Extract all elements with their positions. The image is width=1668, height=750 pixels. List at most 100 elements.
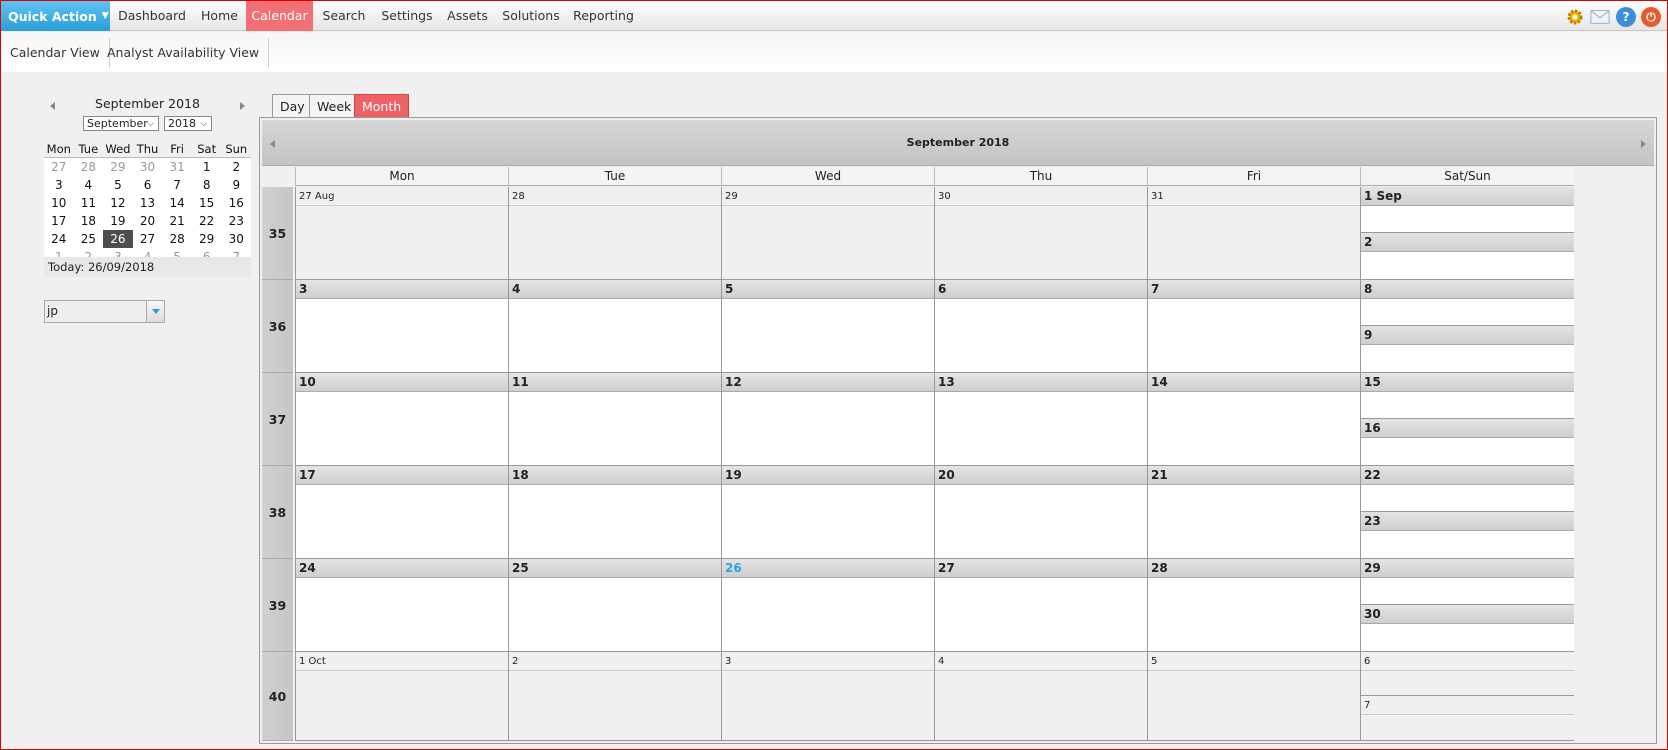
mini-calendar-day[interactable]: 5 [103, 176, 133, 194]
next-arrow-icon[interactable] [1641, 140, 1646, 148]
quick-action-button[interactable]: Quick Action ▼ [1, 1, 110, 31]
nav-settings[interactable]: Settings [375, 1, 439, 31]
day-number[interactable]: 4 [935, 652, 1147, 671]
day-cell[interactable]: 4 [508, 280, 721, 373]
day-number[interactable]: 2 [509, 652, 721, 671]
day-number[interactable]: 30 [1361, 605, 1574, 624]
nav-solutions[interactable]: Solutions [496, 1, 566, 31]
power-icon[interactable]: ⏻ [1641, 7, 1661, 27]
saturday-cell[interactable]: 6 [1361, 652, 1574, 696]
day-cell[interactable]: 13 [934, 373, 1147, 466]
day-cell[interactable]: 7 [1147, 280, 1360, 373]
day-number[interactable]: 24 [296, 559, 508, 578]
mini-calendar-day[interactable]: 17 [44, 212, 74, 230]
saturday-cell[interactable]: 22 [1361, 466, 1574, 512]
nav-assets[interactable]: Assets [439, 1, 496, 31]
tab-month[interactable]: Month [354, 94, 410, 117]
analyst-combo[interactable]: jp [44, 300, 165, 323]
saturday-cell[interactable]: 8 [1361, 280, 1574, 326]
day-number[interactable]: 16 [1361, 419, 1574, 438]
day-cell[interactable]: 28 [508, 187, 721, 280]
day-number[interactable]: 21 [1148, 466, 1360, 485]
today-label[interactable]: Today: 26/09/2018 [44, 257, 251, 277]
sunday-cell[interactable]: 23 [1361, 512, 1574, 559]
mini-calendar-day[interactable]: 14 [162, 194, 192, 212]
mini-calendar-day[interactable]: 9 [221, 176, 251, 194]
day-number[interactable]: 1 Oct [296, 652, 508, 671]
day-cell[interactable]: 26 [721, 559, 934, 652]
mini-calendar-day[interactable]: 13 [133, 194, 163, 212]
day-number[interactable]: 4 [509, 280, 721, 299]
day-cell[interactable]: 25 [508, 559, 721, 652]
day-cell[interactable]: 31 [1147, 187, 1360, 280]
mini-calendar-day[interactable]: 30 [221, 230, 251, 248]
gear-icon[interactable] [1565, 7, 1585, 27]
day-number[interactable]: 23 [1361, 512, 1574, 531]
day-number[interactable]: 26 [722, 559, 934, 578]
day-number[interactable]: 2 [1361, 233, 1574, 252]
day-number[interactable]: 29 [1361, 559, 1574, 578]
day-number[interactable]: 25 [509, 559, 721, 578]
nav-reporting[interactable]: Reporting [566, 1, 641, 31]
mini-calendar-day[interactable]: 28 [74, 158, 104, 176]
mini-calendar-day[interactable]: 24 [44, 230, 74, 248]
day-cell[interactable]: 27 [934, 559, 1147, 652]
day-number[interactable]: 7 [1148, 280, 1360, 299]
analyst-combo-value[interactable]: jp [45, 301, 146, 322]
week-number[interactable]: 36 [262, 280, 293, 373]
mini-calendar-day[interactable]: 15 [192, 194, 222, 212]
mini-calendar-day[interactable]: 11 [74, 194, 104, 212]
day-number[interactable]: 12 [722, 373, 934, 392]
saturday-cell[interactable]: 1 Sep [1361, 187, 1574, 233]
day-number[interactable]: 5 [722, 280, 934, 299]
subnav-calendar-view[interactable]: Calendar View [1, 38, 110, 68]
day-number[interactable]: 3 [722, 652, 934, 671]
week-number[interactable]: 37 [262, 373, 293, 466]
sunday-cell[interactable]: 30 [1361, 605, 1574, 652]
month-select[interactable]: September ⌵ [83, 116, 159, 131]
day-number[interactable]: 28 [1148, 559, 1360, 578]
day-cell[interactable]: 29 [721, 187, 934, 280]
day-number[interactable]: 31 [1148, 187, 1360, 206]
day-number[interactable]: 29 [722, 187, 934, 206]
saturday-cell[interactable]: 29 [1361, 559, 1574, 605]
mini-calendar-day[interactable]: 10 [44, 194, 74, 212]
day-number[interactable]: 8 [1361, 280, 1574, 299]
next-month-arrow-icon[interactable] [240, 102, 245, 110]
mini-calendar-day[interactable]: 12 [103, 194, 133, 212]
day-cell[interactable]: 3 [721, 652, 934, 741]
subnav-analyst-availability-view[interactable]: Analyst Availability View [98, 38, 270, 68]
mini-calendar-day[interactable]: 3 [44, 176, 74, 194]
day-cell[interactable]: 5 [721, 280, 934, 373]
day-number[interactable]: 22 [1361, 466, 1574, 485]
week-number[interactable]: 40 [262, 652, 293, 741]
saturday-cell[interactable]: 15 [1361, 373, 1574, 419]
day-cell[interactable]: 5 [1147, 652, 1360, 741]
day-cell[interactable]: 1 Oct [295, 652, 508, 741]
day-cell[interactable]: 28 [1147, 559, 1360, 652]
nav-search[interactable]: Search [313, 1, 375, 31]
mini-calendar-day[interactable]: 27 [133, 230, 163, 248]
day-number[interactable]: 28 [509, 187, 721, 206]
day-number[interactable]: 27 [935, 559, 1147, 578]
day-number[interactable]: 17 [296, 466, 508, 485]
mini-calendar-day[interactable]: 18 [74, 212, 104, 230]
day-number[interactable]: 6 [1361, 652, 1574, 671]
day-cell[interactable]: 20 [934, 466, 1147, 559]
mini-calendar-day[interactable]: 21 [162, 212, 192, 230]
mini-calendar-day[interactable]: 8 [192, 176, 222, 194]
day-number[interactable]: 14 [1148, 373, 1360, 392]
mini-calendar-day[interactable]: 19 [103, 212, 133, 230]
week-number[interactable]: 39 [262, 559, 293, 652]
mini-calendar-day[interactable]: 16 [221, 194, 251, 212]
mini-calendar-day[interactable]: 26 [103, 230, 133, 248]
help-icon[interactable]: ? [1616, 7, 1636, 27]
mini-calendar-day[interactable]: 22 [192, 212, 222, 230]
day-number[interactable]: 5 [1148, 652, 1360, 671]
day-number[interactable]: 19 [722, 466, 934, 485]
mini-calendar-day[interactable]: 25 [74, 230, 104, 248]
day-number[interactable]: 1 Sep [1361, 187, 1574, 206]
day-cell[interactable]: 12 [721, 373, 934, 466]
day-number[interactable]: 10 [296, 373, 508, 392]
day-cell[interactable]: 21 [1147, 466, 1360, 559]
